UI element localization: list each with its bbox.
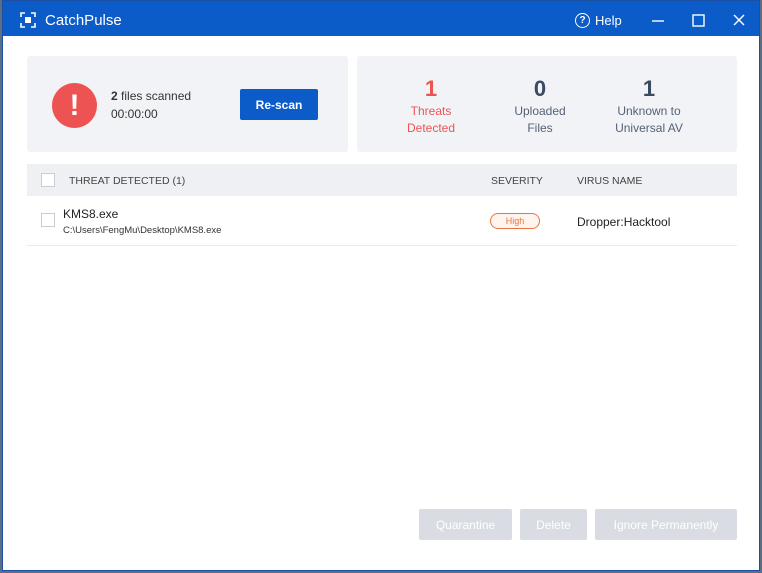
stat-threats-detected: 1 Threats Detected	[376, 76, 486, 136]
header-severity: SEVERITY	[491, 175, 543, 187]
header-threat-detected: THREAT DETECTED (1)	[69, 175, 186, 187]
stat-value: 1	[642, 76, 656, 101]
stat-uploaded-files: 0 Uploaded Files	[485, 76, 595, 136]
file-path: C:\Users\FengMu\Desktop\KMS8.exe	[63, 225, 222, 236]
title-bar[interactable]: CatchPulse ? Help	[3, 1, 759, 36]
row-checkbox[interactable]	[41, 213, 55, 227]
alert-icon: !	[52, 83, 97, 128]
app-logo-icon	[20, 12, 36, 28]
file-name: KMS8.exe	[63, 207, 119, 221]
stats-panel: 1 Threats Detected 0 Uploaded Files 1 Un…	[357, 56, 737, 152]
table-row[interactable]: KMS8.exe C:\Users\FengMu\Desktop\KMS8.ex…	[27, 197, 737, 246]
delete-button[interactable]: Delete	[520, 509, 587, 540]
stat-unknown-to-av: 1 Unknown to Universal AV	[594, 76, 704, 136]
help-label: Help	[595, 13, 622, 28]
stat-label-line1: Threats	[410, 104, 452, 118]
app-title: CatchPulse	[45, 12, 122, 29]
help-button[interactable]: ? Help	[575, 13, 622, 28]
stat-label-line2: Detected	[406, 121, 456, 135]
stat-label-line2: Universal AV	[615, 121, 683, 135]
stat-value: 1	[424, 76, 438, 101]
maximize-icon[interactable]	[688, 11, 708, 31]
minimize-icon[interactable]	[648, 11, 668, 31]
quarantine-button[interactable]: Quarantine	[419, 509, 512, 540]
stat-label-line1: Uploaded	[514, 104, 566, 118]
header-virus-name: VIRUS NAME	[577, 175, 643, 187]
scan-summary-panel: ! 2 files scanned 00:00:00 Re-scan	[27, 56, 348, 152]
select-all-checkbox[interactable]	[41, 173, 55, 187]
files-scanned-label: files scanned	[121, 89, 192, 103]
severity-badge: High	[490, 213, 540, 229]
app-window: CatchPulse ? Help ! 2 files scanned 00:0…	[2, 0, 760, 571]
close-icon[interactable]	[729, 11, 749, 31]
stat-label-line1: Unknown to	[617, 104, 681, 118]
help-icon: ?	[575, 13, 590, 28]
stat-label-line2: Files	[527, 121, 553, 135]
threat-table-header: THREAT DETECTED (1) SEVERITY VIRUS NAME	[27, 164, 737, 196]
files-scanned-count: 2	[111, 89, 118, 103]
ignore-permanently-button[interactable]: Ignore Permanently	[595, 509, 737, 540]
scan-elapsed-time: 00:00:00	[111, 107, 158, 121]
rescan-button[interactable]: Re-scan	[240, 89, 318, 120]
files-scanned-text: 2 files scanned	[111, 89, 191, 103]
virus-name: Dropper:Hacktool	[577, 215, 671, 229]
stat-value: 0	[533, 76, 547, 101]
